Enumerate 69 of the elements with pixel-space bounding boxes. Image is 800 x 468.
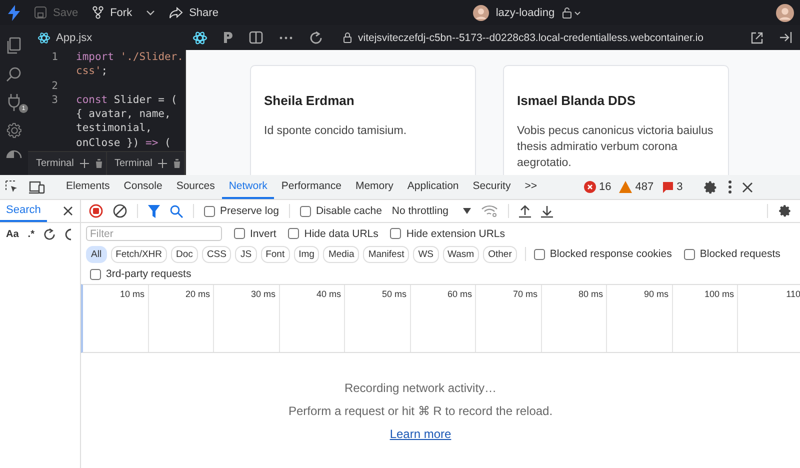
checkbox-label[interactable]: Disable cache (316, 205, 382, 217)
project-name[interactable]: lazy-loading (496, 6, 555, 18)
time-tick-label: 60 ms (447, 289, 472, 299)
code-line: testimonial, (76, 121, 152, 136)
type-filter-chip[interactable]: Media (323, 246, 360, 262)
devtools-tab[interactable]: Sources (169, 175, 222, 199)
type-filter-chip[interactable]: Doc (171, 246, 198, 262)
hint-text: Perform a request or hit ⌘ R to record the reload. (288, 404, 553, 418)
line-number: 1 (50, 50, 59, 64)
code-line: const Slider = ( (76, 92, 178, 108)
devtools-tab[interactable]: Console (116, 175, 170, 199)
time-tick-label: 50 ms (382, 289, 406, 299)
search-tab[interactable]: Search (0, 200, 47, 222)
search-option-button[interactable]: .* (28, 228, 34, 240)
time-tick-label: 10 ms (120, 289, 144, 299)
type-filter-chip[interactable]: Font (260, 246, 290, 262)
devtools-tab[interactable]: Security (466, 175, 518, 199)
url-field[interactable]: vitejsviteczefdj-c5bn--5173--d0228c83.local-credentialless.webcontainer.io (343, 32, 735, 44)
person-name: Ismael Blanda DDS (517, 93, 636, 108)
issue-count[interactable]: 3 (662, 181, 683, 193)
type-filter-chip[interactable]: WS (413, 246, 439, 262)
checkbox-label[interactable]: Blocked requests (700, 248, 780, 260)
time-tick-label: 70 ms (512, 289, 538, 299)
line-number: 3 (50, 92, 59, 108)
status-message: Recording network activity… (344, 381, 497, 395)
type-filter-chip[interactable]: JS (235, 246, 257, 262)
checkbox-label[interactable]: Invert (250, 228, 276, 240)
warning-count[interactable]: 487 (619, 181, 654, 193)
person-name: Sheila Erdman (264, 93, 356, 108)
throttling-dropdown[interactable]: No throttling (392, 205, 471, 217)
code-line: import './Slider. (76, 50, 184, 64)
devtools-tab[interactable]: Memory (348, 175, 400, 199)
code-line: { avatar, name, (76, 107, 171, 122)
learn-more-link[interactable]: Learn more (390, 427, 452, 441)
filter-field[interactable]: Filter (86, 226, 222, 241)
editor-tab[interactable]: App.jsx (28, 25, 185, 50)
time-tick-label: 100 ms (704, 289, 734, 299)
testimonial-text: Id sponte concido tamisium. (264, 124, 408, 139)
devtools-tab[interactable]: Network (222, 175, 274, 199)
error-count[interactable]: 16 (584, 181, 612, 193)
time-tick-label: 110 (786, 289, 800, 299)
type-filter-chip[interactable]: All (86, 246, 107, 262)
checkbox-label[interactable]: Blocked response cookies (550, 248, 672, 260)
code-line: css'; (76, 64, 108, 79)
checkbox-label[interactable]: 3rd-party requests (106, 268, 192, 280)
type-filter-chip[interactable]: Other (483, 246, 517, 262)
share-button[interactable]: Share (169, 6, 218, 18)
time-tick-label: 40 ms (316, 289, 341, 299)
type-filter-chip[interactable]: CSS (202, 246, 232, 262)
checkbox-label[interactable]: Preserve log (220, 205, 279, 217)
search-option-button[interactable]: Aa (6, 228, 19, 240)
time-tick-label: 30 ms (250, 289, 276, 299)
type-filter-chip[interactable]: Manifest (363, 246, 410, 262)
testimonial-text: Vobis pecus canonicus victoria baiulus thesis admiratio verbum corona aegrotatio. (517, 124, 714, 171)
type-filter-chip[interactable]: Wasm (442, 246, 480, 262)
checkbox-label[interactable]: Hide extension URLs (406, 228, 506, 240)
time-tick-label: 20 ms (185, 289, 210, 299)
code-line: onClose }) => ( (76, 136, 171, 150)
devtools-tab[interactable]: Performance (274, 175, 348, 199)
type-filter-chip[interactable]: Img (294, 246, 320, 262)
time-tick-label: 80 ms (578, 289, 603, 299)
more-tabs-button[interactable]: >> (518, 175, 544, 199)
devtools-tab[interactable]: Elements (59, 175, 117, 199)
line-number: 2 (50, 78, 59, 93)
time-tick-label: 90 ms (644, 289, 668, 299)
devtools-tab[interactable]: Application (400, 175, 466, 199)
checkbox-label[interactable]: Hide data URLs (304, 228, 378, 240)
fork-button[interactable]: Fork (92, 6, 132, 19)
type-filter-chip[interactable]: Fetch/XHR (110, 246, 168, 262)
